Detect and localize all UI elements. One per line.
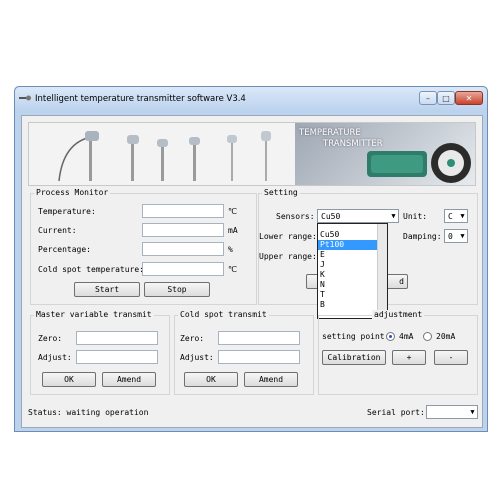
client-area: TEMPERATURE TRANSMITTER Process Monitor …	[21, 115, 483, 428]
temperature-label: Temperature:	[38, 207, 96, 216]
master-amend-button[interactable]: Amend	[102, 372, 156, 387]
status-text: Status: waiting operation	[28, 408, 149, 417]
percentage-field[interactable]	[142, 242, 224, 256]
product-banner: TEMPERATURE TRANSMITTER	[28, 122, 476, 186]
sensors-selected-value: Cu50	[321, 211, 341, 221]
master-transmit-title: Master variable transmit	[34, 310, 154, 319]
dropdown-scrollbar[interactable]	[377, 224, 387, 318]
master-ok-button[interactable]: OK	[42, 372, 96, 387]
unit-label: Unit:	[403, 212, 428, 221]
title-bar[interactable]: Intelligent temperature transmitter soft…	[15, 87, 487, 111]
serial-port-label: Serial port:	[367, 408, 425, 417]
close-button[interactable]: ✕	[455, 91, 483, 105]
unit-select[interactable]: C ▼	[444, 209, 468, 223]
current-unit: mA	[228, 226, 238, 235]
master-zero-field[interactable]	[76, 331, 158, 345]
maximize-button[interactable]: □	[437, 91, 455, 105]
cold-adjust-field[interactable]	[218, 350, 300, 364]
sensors-select[interactable]: Cu50 ▼	[317, 209, 399, 223]
window-title: Intelligent temperature transmitter soft…	[35, 94, 246, 104]
calibration-button[interactable]: Calibration	[322, 350, 386, 365]
minimize-icon: –	[426, 93, 430, 103]
cold-zero-field[interactable]	[218, 331, 300, 345]
close-icon: ✕	[465, 93, 473, 103]
process-monitor-title: Process Monitor	[34, 188, 111, 197]
damping-select[interactable]: 0 ▼	[444, 229, 468, 243]
temperature-unit: ℃	[228, 207, 237, 216]
plus-button[interactable]: +	[392, 350, 426, 365]
start-button[interactable]: Start	[74, 282, 140, 297]
maximize-icon: □	[442, 93, 450, 103]
damping-selected-value: 0	[448, 231, 453, 241]
cold-spot-temperature-field[interactable]	[142, 262, 224, 276]
upper-range-label: Upper range:	[259, 252, 317, 261]
serial-port-select[interactable]: ▼	[426, 405, 478, 419]
chevron-down-icon: ▼	[391, 212, 396, 220]
setting-action-button-label: d	[399, 277, 404, 286]
cold-zero-label: Zero:	[180, 334, 205, 343]
current-field[interactable]	[142, 223, 224, 237]
stop-button[interactable]: Stop	[144, 282, 210, 297]
damping-label: Damping:	[403, 232, 442, 241]
unit-selected-value: C	[448, 211, 453, 221]
percentage-label: Percentage:	[38, 245, 91, 254]
radio-20ma-label: 20mA	[436, 332, 456, 341]
cold-spot-unit: ℃	[228, 265, 237, 274]
chevron-down-icon: ▼	[470, 408, 475, 416]
minimize-button[interactable]: –	[419, 91, 437, 105]
radio-4ma[interactable]	[386, 332, 395, 341]
percentage-unit: %	[228, 245, 233, 254]
app-icon	[19, 95, 31, 101]
app-window: Intelligent temperature transmitter soft…	[14, 86, 488, 432]
radio-20ma[interactable]	[423, 332, 432, 341]
setting-title: Setting	[262, 188, 300, 197]
cold-spot-transmit-title: Cold spot transmit	[178, 310, 269, 319]
chevron-down-icon: ▼	[460, 232, 465, 240]
cold-amend-button[interactable]: Amend	[244, 372, 298, 387]
master-adjust-label: Adjust:	[38, 353, 72, 362]
radio-4ma-label: 4mA	[399, 332, 414, 341]
transmitter-module-image	[367, 143, 471, 183]
master-adjust-field[interactable]	[76, 350, 158, 364]
sensors-label: Sensors:	[276, 212, 315, 221]
cold-spot-temperature-label: Cold spot temperature:	[38, 265, 144, 274]
current-label: Current:	[38, 226, 77, 235]
master-zero-label: Zero:	[38, 334, 63, 343]
banner-title-line1: TEMPERATURE	[299, 128, 361, 138]
minus-button[interactable]: -	[434, 350, 468, 365]
sensors-dropdown-list[interactable]: Cu50 Pt100 E J K N T B	[317, 223, 388, 319]
chevron-down-icon: ▼	[460, 212, 465, 220]
setting-point-label: setting point:	[322, 332, 390, 341]
temperature-field[interactable]	[142, 204, 224, 218]
lower-range-label: Lower range:	[259, 232, 317, 241]
cold-adjust-label: Adjust:	[180, 353, 214, 362]
output-adjustment-title: adjustment	[372, 310, 425, 319]
sensor-probes-image	[58, 131, 271, 182]
cold-ok-button[interactable]: OK	[184, 372, 238, 387]
banner-product-panel: TEMPERATURE TRANSMITTER	[295, 123, 475, 185]
